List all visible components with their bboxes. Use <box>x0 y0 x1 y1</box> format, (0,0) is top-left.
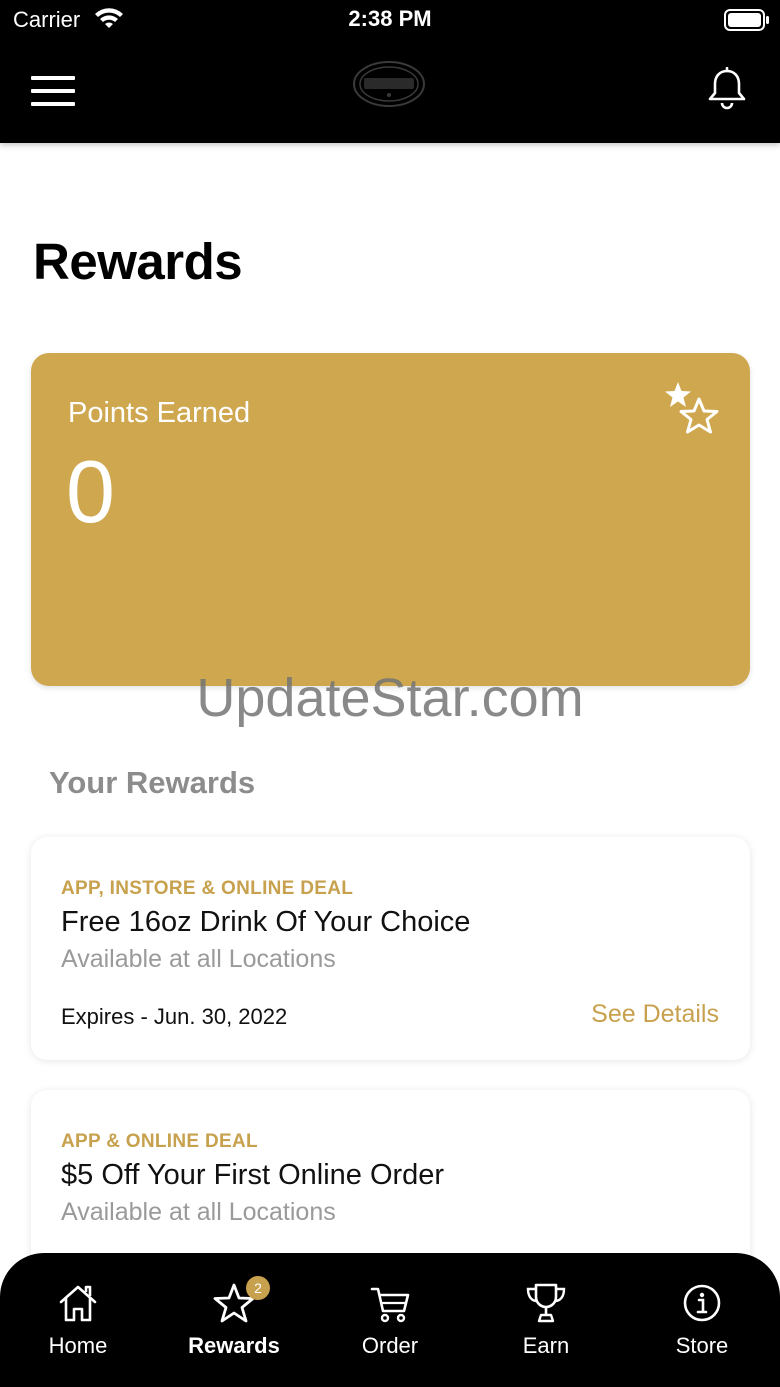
rewards-badge: 2 <box>246 1276 270 1300</box>
trophy-icon <box>526 1283 566 1323</box>
stars-icon <box>665 382 719 434</box>
points-label: Points Earned <box>68 397 251 429</box>
reward-availability: Available at all Locations <box>61 1198 336 1226</box>
tab-earn[interactable]: Earn <box>468 1253 624 1387</box>
cart-icon <box>370 1287 410 1323</box>
tab-label: Store <box>675 1333 729 1358</box>
app-header: Carrier 2:38 PM <box>0 0 780 143</box>
see-details-link[interactable]: See Details <box>591 1000 719 1029</box>
reward-availability: Available at all Locations <box>61 945 336 973</box>
points-card: Points Earned 0 <box>31 353 750 686</box>
tab-label: Home <box>48 1333 108 1358</box>
watermark: UpdateStar.com <box>196 668 584 728</box>
reward-type: APP, INSTORE & ONLINE DEAL <box>61 878 354 899</box>
reward-type: APP & ONLINE DEAL <box>61 1131 258 1152</box>
notifications-bell-icon[interactable] <box>706 67 748 111</box>
tab-order[interactable]: Order <box>312 1253 468 1387</box>
reward-title: Free 16oz Drink Of Your Choice <box>61 906 471 938</box>
tab-label: Rewards <box>188 1333 280 1358</box>
info-icon <box>683 1284 721 1322</box>
reward-card[interactable]: APP, INSTORE & ONLINE DEAL Free 16oz Dri… <box>31 837 750 1060</box>
points-value: 0 <box>66 442 115 541</box>
reward-expiry: Expires - Jun. 30, 2022 <box>61 1004 288 1029</box>
clock: 2:38 PM <box>348 6 432 31</box>
hamburger-menu-icon[interactable] <box>31 75 75 107</box>
tab-rewards[interactable]: 2 Rewards <box>156 1253 312 1387</box>
page-title: Rewards <box>33 233 243 290</box>
tab-store[interactable]: Store <box>624 1253 780 1387</box>
tab-label: Earn <box>522 1333 570 1358</box>
bottom-tab-bar: Home 2 Rewards Order Earn Store <box>0 1253 780 1387</box>
your-rewards-heading: Your Rewards <box>49 765 256 800</box>
reward-title: $5 Off Your First Online Order <box>61 1159 445 1191</box>
tab-label: Order <box>361 1333 419 1358</box>
battery-icon <box>724 9 769 31</box>
creamery-logo <box>353 61 425 107</box>
home-icon <box>59 1285 97 1322</box>
tab-home[interactable]: Home <box>0 1253 156 1387</box>
